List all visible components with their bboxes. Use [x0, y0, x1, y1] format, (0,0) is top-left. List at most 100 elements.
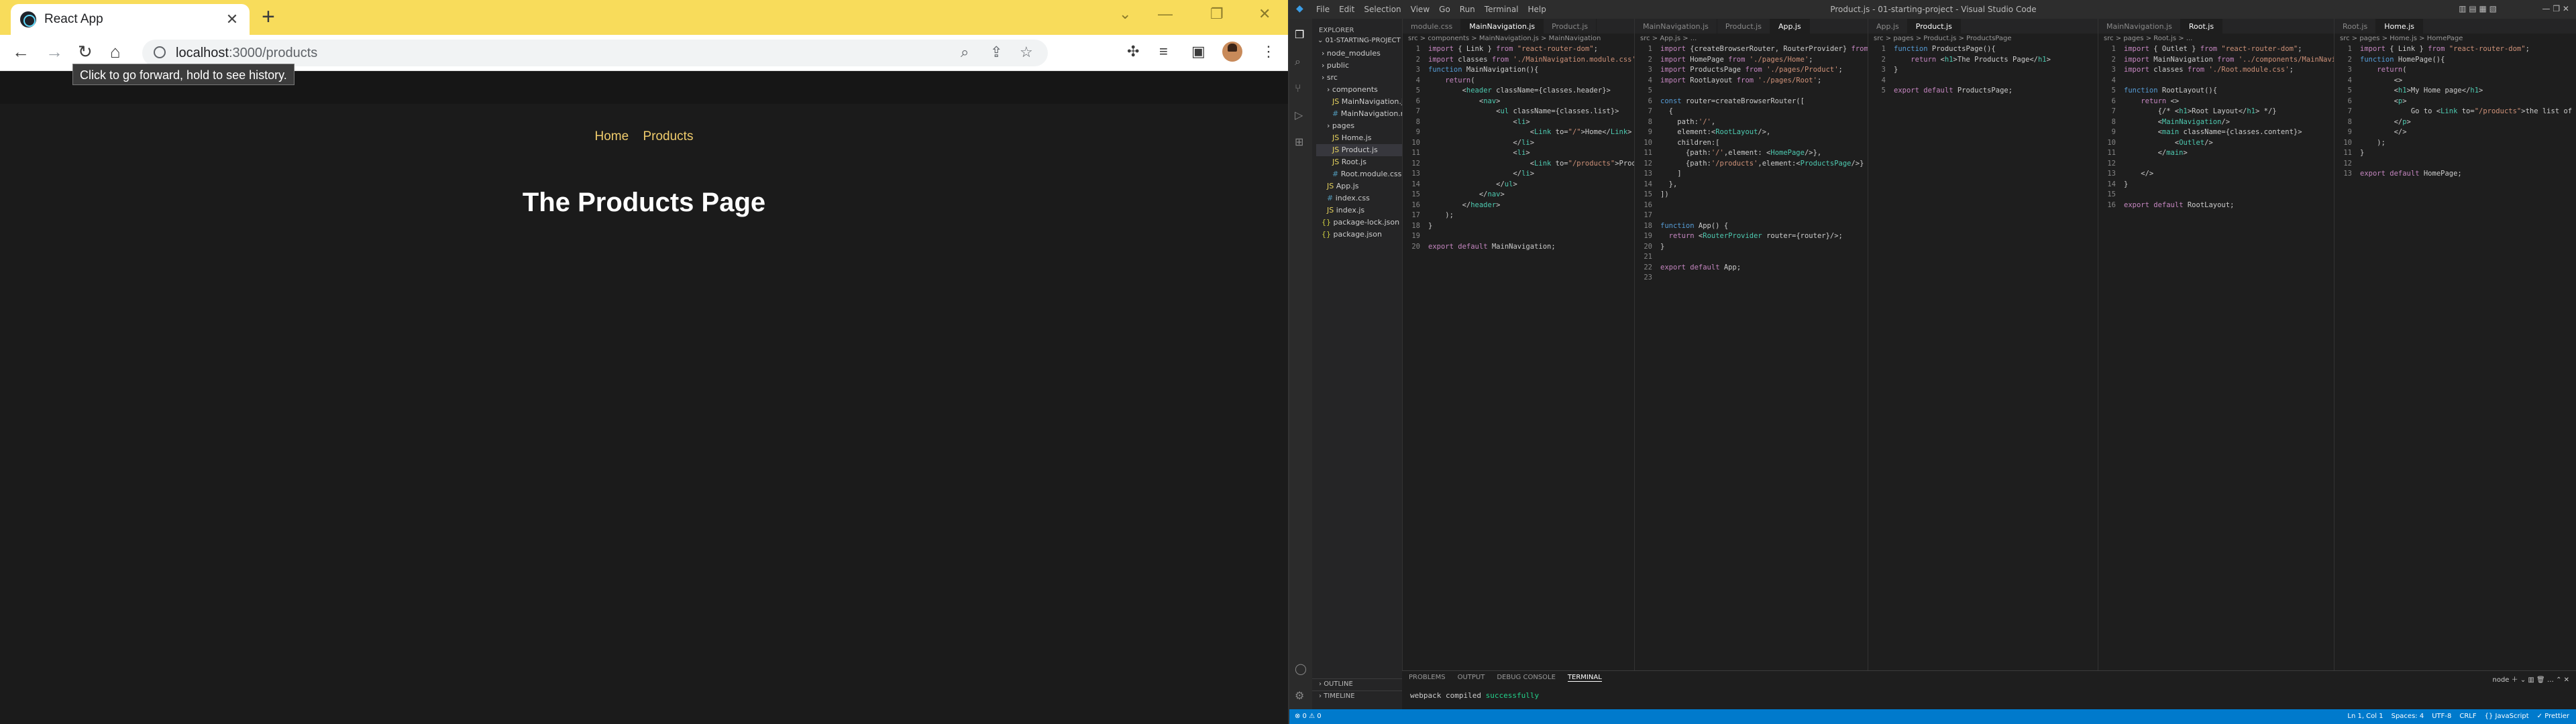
layout-icons[interactable]: ▥ ▤ ▦ ▧ [2459, 4, 2497, 13]
menu-item-selection[interactable]: Selection [1364, 5, 1401, 14]
editor-tab[interactable]: App.js [1868, 19, 1908, 34]
tree-item[interactable]: › pages [1316, 120, 1402, 132]
breadcrumb[interactable]: src > App.js > ... [1635, 34, 1868, 44]
menu-item-help[interactable]: Help [1528, 5, 1546, 14]
zoom-icon[interactable]: ⌕ [961, 44, 969, 61]
editor-tab[interactable]: Root.js [2180, 19, 2223, 34]
window-controls[interactable]: — ❐ ✕ [2542, 4, 2569, 13]
panel-tab-problems[interactable]: PROBLEMS [1409, 674, 1446, 682]
breadcrumb[interactable]: src > components > MainNavigation.js > M… [1403, 34, 1634, 44]
avatar[interactable] [1222, 42, 1242, 62]
back-arrow-icon[interactable]: ← [12, 42, 30, 62]
code-editor[interactable]: 1 import { Outlet } from "react-router-do… [2098, 44, 2334, 210]
tree-item[interactable]: JS App.js [1316, 180, 1402, 192]
tree-item[interactable]: › components [1316, 84, 1402, 96]
problems-status[interactable]: ⊗ 0 ⚠ 0 [1295, 713, 1322, 720]
tree-item[interactable]: JS MainNavigation.js [1316, 96, 1402, 108]
manage-gear-icon[interactable]: ⚙ [1295, 689, 1304, 702]
address-bar[interactable]: localhost:3000/products ⌕ ⇪ ☆ [142, 40, 1048, 66]
code-line: 10 </li> [1411, 138, 1535, 147]
tree-item[interactable]: # index.css [1316, 192, 1402, 204]
panel-tab-terminal[interactable]: TERMINAL [1567, 674, 1602, 682]
panel-tab-output[interactable]: OUTPUT [1458, 674, 1485, 682]
side-panel-icon[interactable]: ▣ [1191, 43, 1205, 60]
timeline-section[interactable]: › TIMELINE [1312, 690, 1402, 701]
menu-item-terminal[interactable]: Terminal [1485, 5, 1519, 14]
editor-tab[interactable]: Root.js [2334, 19, 2377, 34]
code-editor[interactable]: 1 import {createBrowserRouter, RouterProv… [1635, 44, 1868, 284]
home-icon[interactable]: ⌂ [110, 42, 121, 62]
close-window-icon[interactable]: ✕ [1258, 5, 1271, 23]
status-item[interactable]: CRLF [2459, 713, 2476, 720]
tab-search-chevron-icon[interactable]: ⌄ [1119, 5, 1131, 23]
reload-icon[interactable]: ↻ [78, 42, 93, 62]
tree-item[interactable]: JS Root.js [1316, 156, 1402, 168]
status-item[interactable]: Ln 1, Col 1 [2347, 713, 2383, 720]
tab-close-icon[interactable]: ✕ [224, 11, 240, 28]
tree-item[interactable]: JS Home.js [1316, 132, 1402, 144]
tree-item[interactable]: › node_modules [1316, 48, 1402, 60]
menu-item-run[interactable]: Run [1460, 5, 1475, 14]
breadcrumb[interactable]: src > pages > Home.js > HomePage [2334, 34, 2576, 44]
page-title: The Products Page [522, 188, 766, 217]
editor-group: MainNavigation.js Product.js App.js src > A… [1634, 19, 1868, 672]
account-icon[interactable]: ◯ [1295, 662, 1307, 675]
nav-link-home[interactable]: Home [595, 129, 629, 143]
run-debug-icon[interactable]: ▷ [1295, 109, 1303, 121]
tree-item[interactable]: › public [1316, 60, 1402, 72]
tree-item[interactable]: {} package.json [1316, 229, 1402, 241]
menu-item-edit[interactable]: Edit [1339, 5, 1354, 14]
menu-item-file[interactable]: File [1316, 5, 1330, 14]
media-icon[interactable]: ≡ [1159, 43, 1168, 60]
editor-tab[interactable]: module.css [1403, 19, 1462, 34]
code-line: 15 [2107, 190, 2116, 198]
menu-item-go[interactable]: Go [1439, 5, 1450, 14]
panel-tab-debug-console[interactable]: DEBUG CONSOLE [1497, 674, 1556, 682]
tree-item[interactable]: # MainNavigation.m... [1316, 108, 1402, 120]
tree-item[interactable]: {} package-lock.json [1316, 217, 1402, 229]
site-info-icon[interactable] [154, 46, 166, 58]
editor-tab[interactable]: Product.js [1544, 19, 1597, 34]
nav-link-products[interactable]: Products [643, 129, 693, 143]
editor-tab[interactable]: MainNavigation.js [1635, 19, 1717, 34]
status-item[interactable]: Spaces: 4 [2392, 713, 2424, 720]
minimize-icon[interactable]: — [1158, 5, 1173, 23]
terminal-controls[interactable]: node ＋ ⌄ ▥ 🗑 … ⌃ ✕ [2493, 674, 2570, 684]
editor-tab[interactable]: Product.js [1717, 19, 1770, 34]
new-tab-button[interactable]: + [262, 5, 275, 28]
tree-item[interactable]: # Root.module.css [1316, 168, 1402, 180]
editor-tab[interactable]: MainNavigation.js [1461, 19, 1544, 34]
extensions-icon[interactable]: ⊞ [1295, 135, 1303, 148]
breadcrumb[interactable]: src > pages > Product.js > ProductsPage [1868, 34, 2098, 44]
source-control-icon[interactable]: ⑂ [1295, 82, 1301, 95]
bookmark-star-icon[interactable]: ☆ [1020, 44, 1033, 61]
editor-tab[interactable]: Product.js [1907, 19, 1961, 34]
tree-item-label: index.js [1336, 206, 1365, 215]
outline-section[interactable]: › OUTLINE [1312, 678, 1402, 689]
tree-item[interactable]: › src [1316, 72, 1402, 84]
editor-tab[interactable]: MainNavigation.js [2098, 19, 2181, 34]
status-item[interactable]: UTF-8 [2432, 713, 2451, 720]
editor-tab[interactable]: App.js [1770, 19, 1810, 34]
maximize-icon[interactable]: ❐ [1210, 5, 1224, 23]
tree-item[interactable]: JS Product.js [1316, 144, 1402, 156]
tree-item[interactable]: JS index.js [1316, 204, 1402, 217]
explorer-icon[interactable]: ❐ [1295, 28, 1304, 41]
editor-tab[interactable]: Home.js [2376, 19, 2423, 34]
search-icon[interactable]: ⌕ [1295, 55, 1301, 68]
breadcrumb[interactable]: src > pages > Root.js > ... [2098, 34, 2334, 44]
project-root[interactable]: ⌄ 01-STARTING-PROJECT [1312, 37, 1402, 48]
forward-arrow-icon[interactable]: → [46, 42, 63, 62]
code-editor[interactable]: 1 function ProductsPage(){2 return <h1>Th… [1868, 44, 2098, 97]
code-editor[interactable]: 1 import { Link } from "react-router-dom"… [1403, 44, 1634, 252]
kebab-menu-icon[interactable]: ⋮ [1261, 43, 1276, 60]
status-item[interactable]: {} JavaScript [2485, 713, 2529, 720]
code-editor[interactable]: 1 import { Link } from "react-router-dom"… [2334, 44, 2576, 180]
terminal-output[interactable]: webpack compiled successfully [1410, 691, 1539, 700]
menu-item-view[interactable]: View [1411, 5, 1430, 14]
share-icon[interactable]: ⇪ [990, 44, 1002, 61]
browser-tab[interactable]: React App ✕ [11, 4, 250, 35]
status-item[interactable]: ✓ Prettier [2537, 713, 2569, 720]
url-text[interactable]: localhost:3000/products [176, 46, 317, 61]
extensions-icon[interactable]: ✣ [1127, 43, 1139, 60]
